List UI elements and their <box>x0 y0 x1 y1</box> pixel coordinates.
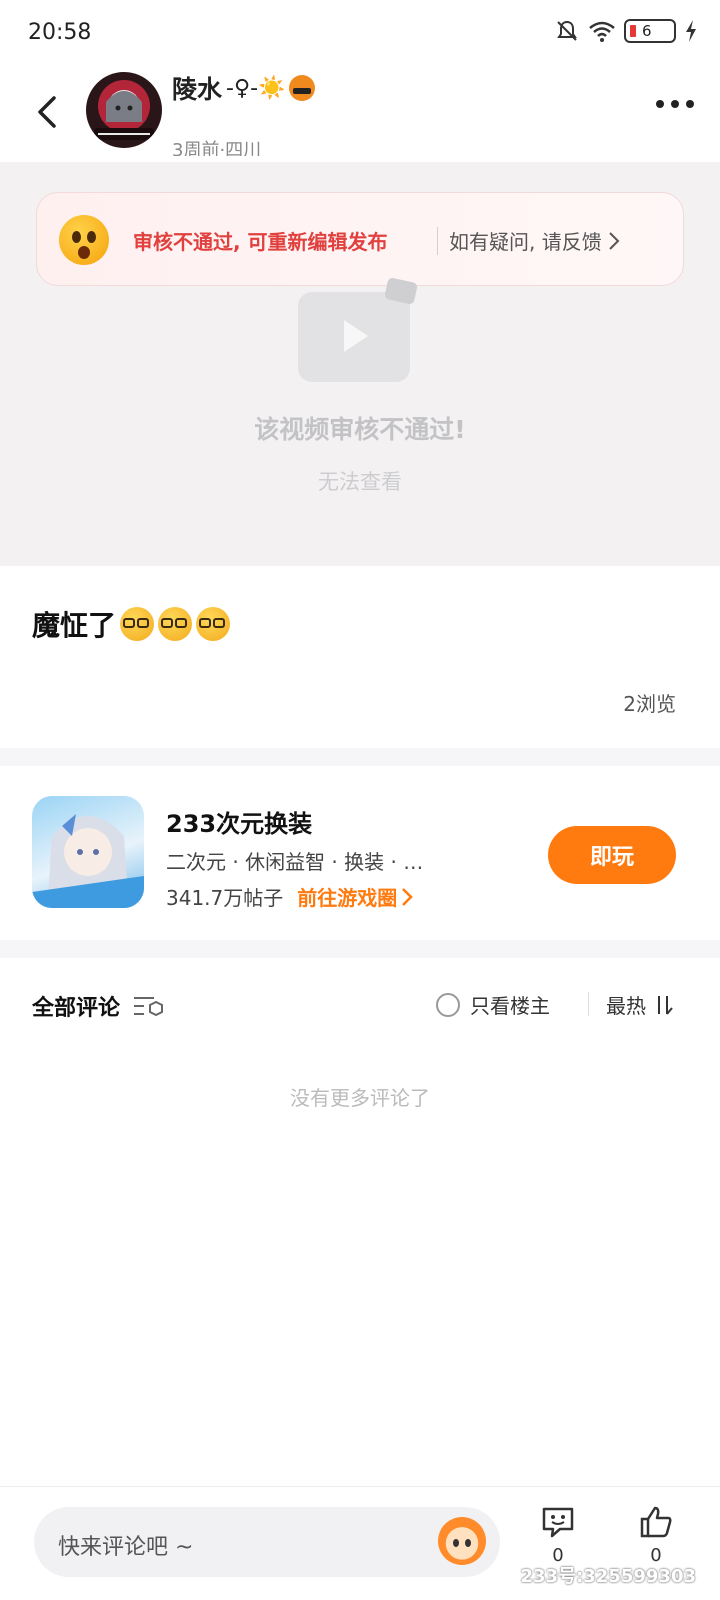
comment-filter-icon[interactable] <box>132 993 164 1019</box>
game-stats: 341.7万帖子 前往游戏圈 <box>166 882 414 911</box>
banner-divider <box>437 227 438 255</box>
game-tags: 二次元 · 休闲益智 · 换装 · … <box>166 850 424 874</box>
notifications-off-icon <box>557 20 577 41</box>
comments-title-text: 全部评论 <box>32 996 121 1021</box>
nerd-emoji-icon <box>196 607 231 641</box>
user-name[interactable]: 陵水 -♀-☀️ <box>172 70 316 106</box>
sort-selector[interactable]: 最热 <box>606 990 674 1019</box>
video-error-sub: 无法查看 <box>318 470 402 494</box>
back-icon[interactable] <box>28 88 68 136</box>
mascot-emoji-icon[interactable] <box>438 1517 486 1565</box>
only-owner-label: 只看楼主 <box>470 994 550 1018</box>
battery-percent: 6 <box>642 22 652 40</box>
banner-message: 审核不通过, 可重新编辑发布 <box>133 230 388 254</box>
game-name[interactable]: 233次元换装 <box>166 804 312 839</box>
review-failed-banner[interactable]: 审核不通过, 可重新编辑发布 如有疑问, 请反馈 <box>36 192 684 286</box>
wifi-icon <box>589 21 615 42</box>
status-icons: 6 <box>554 18 698 44</box>
game-card[interactable]: 233次元换装 二次元 · 休闲益智 · 换装 · … 341.7万帖子 前往游… <box>0 766 720 940</box>
game-circle-link[interactable]: 前往游戏圈 <box>297 882 414 911</box>
post-title: 魔怔了 <box>32 604 231 644</box>
battery-level <box>630 25 636 37</box>
more-options-icon[interactable] <box>656 100 694 108</box>
bottom-bar: 快来评论吧 ~ 0 0 233号:325599303 <box>0 1486 720 1600</box>
comment-input[interactable]: 快来评论吧 ~ <box>34 1507 500 1577</box>
status-time: 20:58 <box>28 20 92 45</box>
video-placeholder-icon <box>298 277 418 382</box>
user-meta: 3周前·四川 <box>172 140 262 156</box>
user-name-text: 陵水 <box>172 75 223 104</box>
charging-icon <box>686 20 696 42</box>
shocked-emoji-icon <box>59 215 109 265</box>
game-post-count: 341.7万帖子 <box>166 886 284 910</box>
chevron-right-icon <box>609 231 620 250</box>
post-content: 魔怔了 2浏览 <box>0 566 720 748</box>
nerd-emoji-icon <box>158 607 193 641</box>
video-area: 审核不通过, 可重新编辑发布 如有疑问, 请反馈 该视频审核不通过! 无法查看 <box>0 162 720 566</box>
game-icon[interactable] <box>32 796 144 908</box>
nerd-emoji-icon <box>120 607 155 641</box>
status-bar: 20:58 6 <box>0 0 720 66</box>
video-error-message: 该视频审核不通过! <box>254 415 466 444</box>
no-more-comments: 没有更多评论了 <box>290 1086 430 1110</box>
sort-label: 最热 <box>606 994 646 1018</box>
post-header: 陵水 -♀-☀️ 3周前·四川 <box>0 66 720 162</box>
angry-emoji-icon <box>289 75 316 101</box>
avatar[interactable] <box>86 72 162 148</box>
feedback-label: 如有疑问, 请反馈 <box>449 230 602 254</box>
comment-input-placeholder: 快来评论吧 ~ <box>58 1535 194 1560</box>
battery-indicator: 6 <box>624 19 676 43</box>
comments-title: 全部评论 <box>32 990 164 1022</box>
post-views: 2浏览 <box>623 692 676 716</box>
sort-divider <box>588 992 589 1016</box>
like-action[interactable]: 0 <box>626 1505 686 1566</box>
user-name-decoration: -♀-☀️ <box>226 75 286 101</box>
sort-icon <box>658 995 673 1015</box>
play-now-button[interactable]: 即玩 <box>548 826 676 884</box>
post-title-text: 魔怔了 <box>32 609 117 642</box>
only-owner-radio[interactable] <box>436 992 460 1017</box>
only-owner-toggle[interactable]: 只看楼主 <box>436 990 550 1019</box>
comment-icon <box>542 1507 574 1538</box>
comments-section: 全部评论 只看楼主 最热 没有更多评论了 <box>0 958 720 1486</box>
thumbs-up-icon <box>640 1506 672 1538</box>
comment-action[interactable]: 0 <box>528 1505 588 1566</box>
watermark: 233号:325599303 <box>520 1566 697 1587</box>
chevron-right-icon <box>402 887 414 906</box>
game-circle-label: 前往游戏圈 <box>297 886 398 910</box>
feedback-link[interactable]: 如有疑问, 请反馈 <box>449 226 620 255</box>
